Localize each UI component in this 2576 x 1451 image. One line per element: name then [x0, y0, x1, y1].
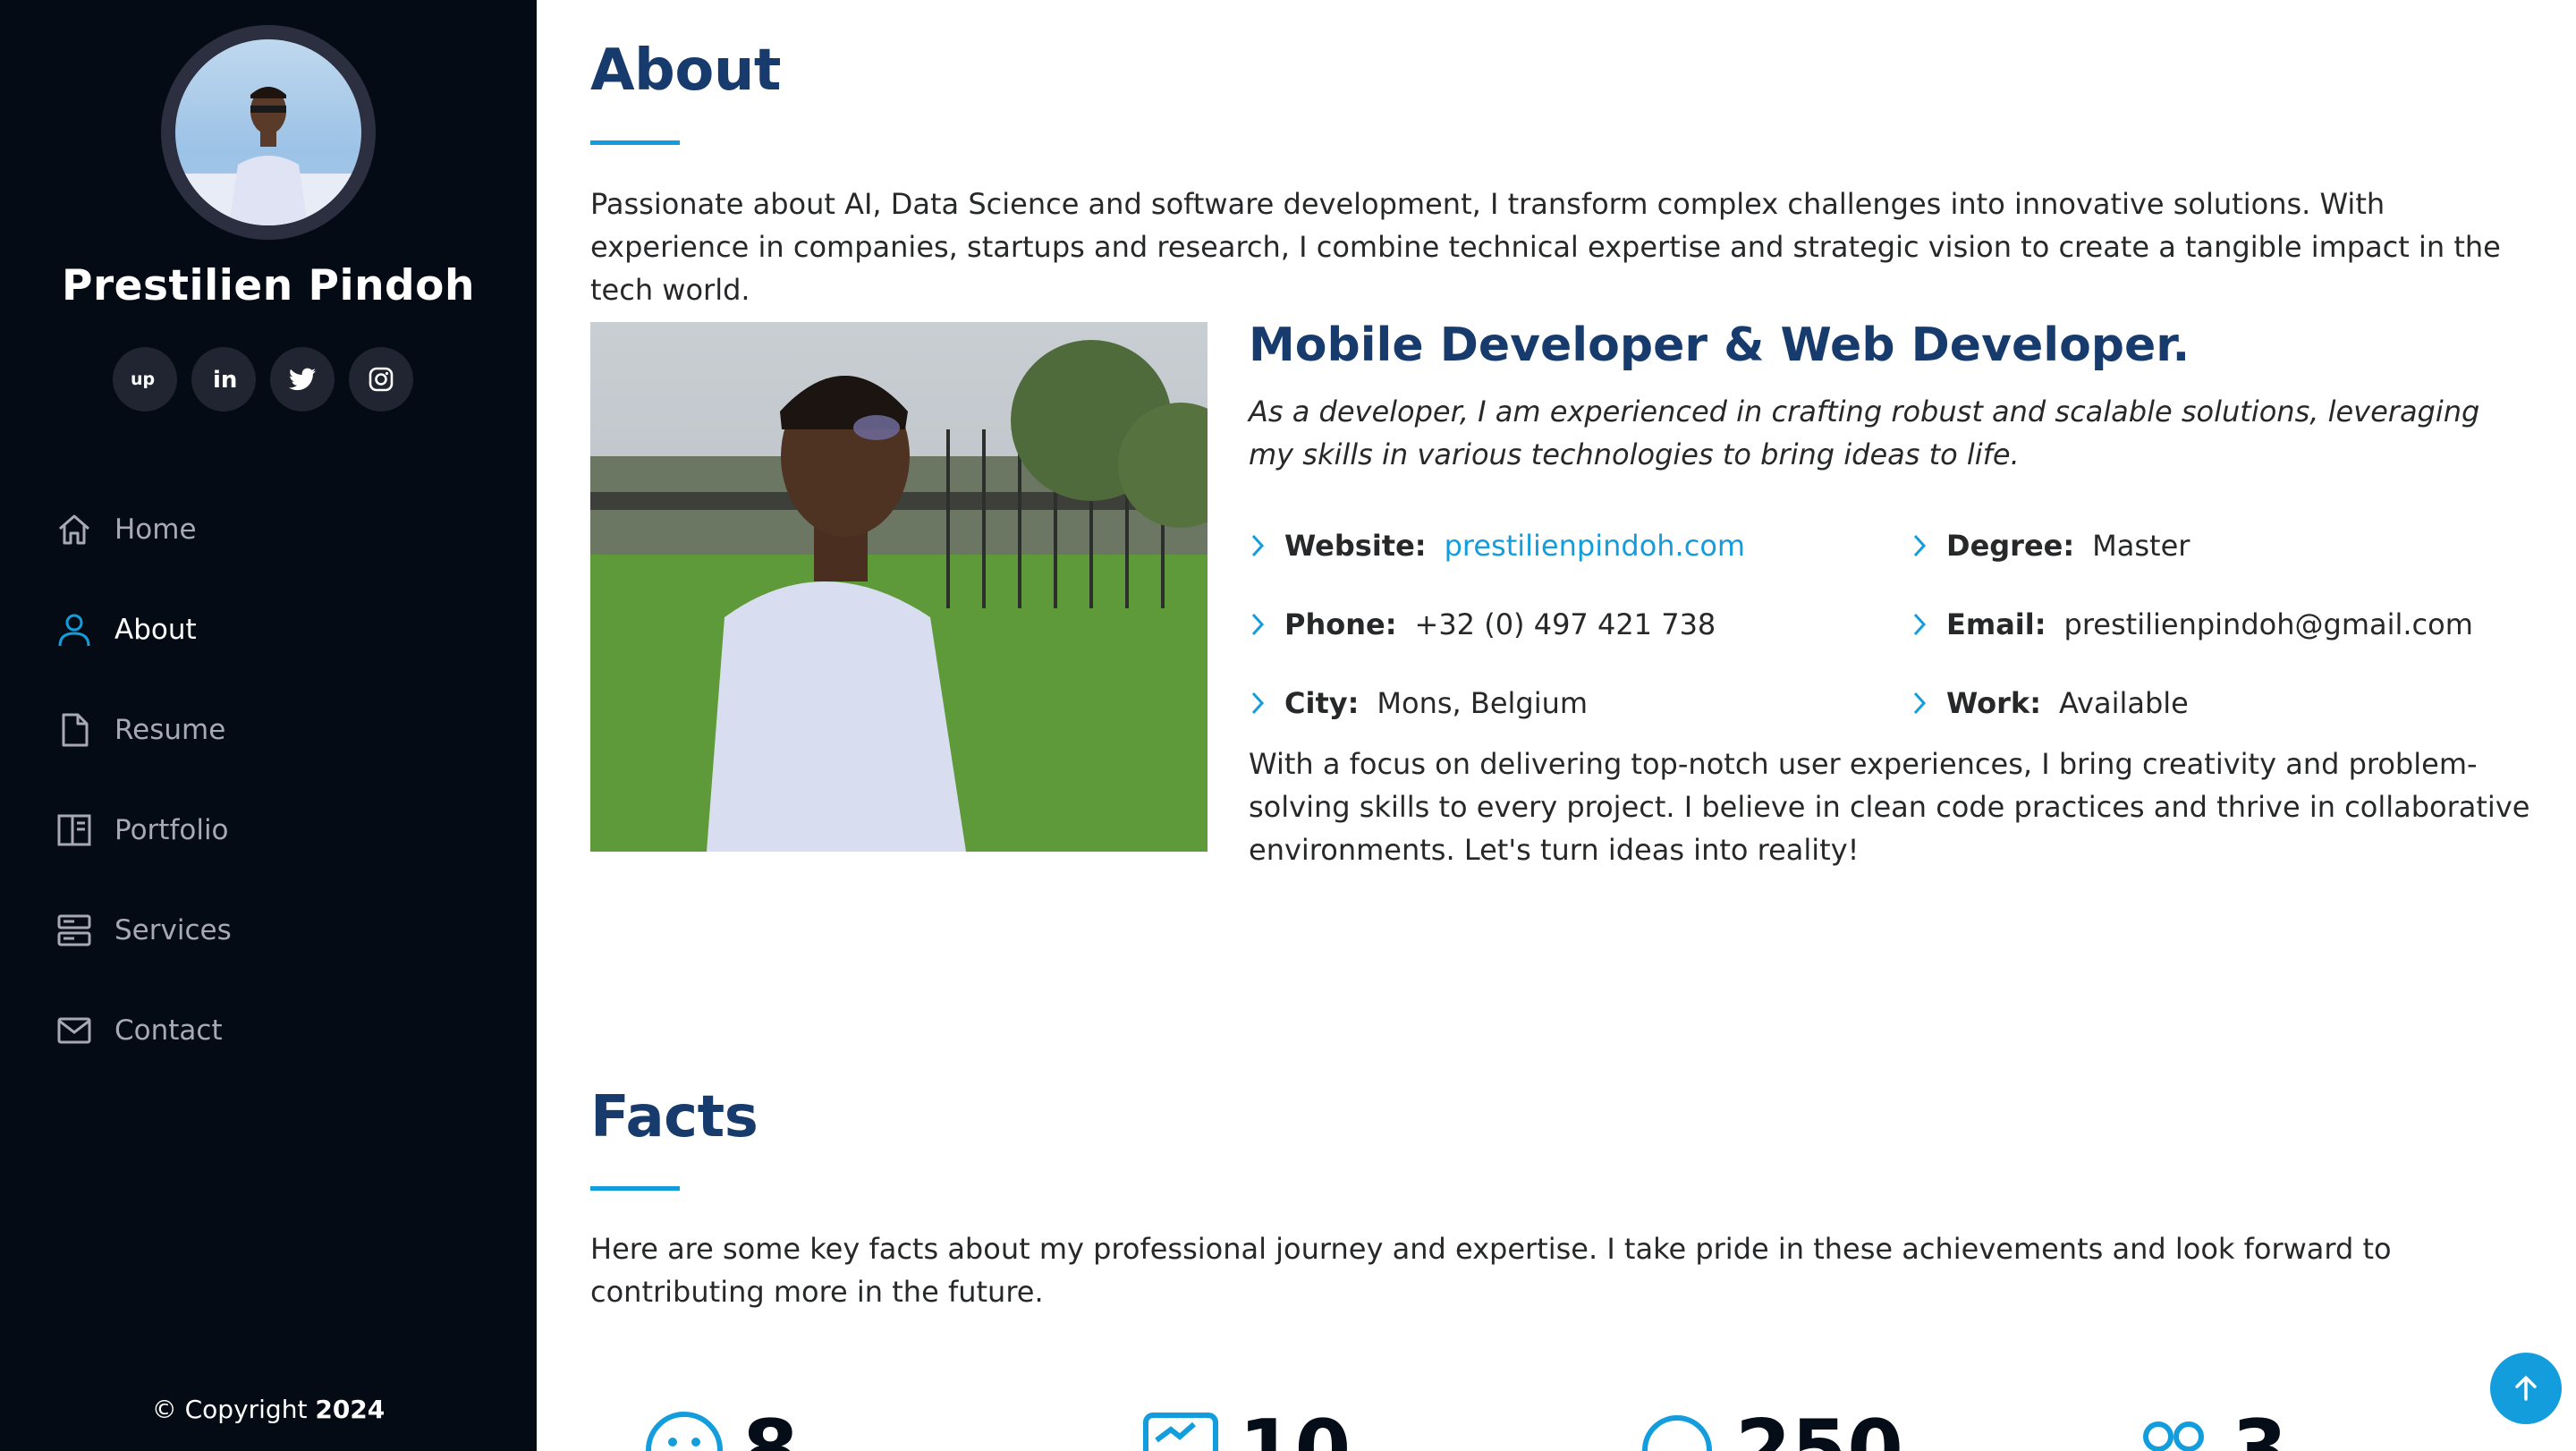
upwork-icon[interactable]: up	[113, 347, 177, 412]
info-label: Work:	[1946, 686, 2041, 720]
copyright-year: 2024	[315, 1395, 386, 1424]
headset-icon	[1637, 1410, 1717, 1451]
nav-label-resume: Resume	[114, 714, 226, 746]
facts-counters: 8 10 250 3	[644, 1410, 2576, 1451]
info-label: Phone:	[1284, 607, 1397, 641]
avatar	[175, 39, 361, 225]
nav-label-contact: Contact	[114, 1014, 223, 1047]
website-link[interactable]: prestilienpindoh.com	[1445, 529, 1745, 563]
nav-item-portfolio[interactable]: Portfolio	[55, 780, 503, 880]
nav-label-home: Home	[114, 513, 197, 546]
main-content: About Passionate about AI, Data Science …	[537, 0, 2576, 1451]
info-work: Work: Available	[1911, 664, 2537, 742]
fact-number: 8	[742, 1403, 799, 1451]
nav-item-contact[interactable]: Contact	[55, 980, 503, 1081]
copyright: © Copyright 2024	[0, 1395, 537, 1424]
people-icon	[2133, 1410, 2214, 1451]
info-city: City: Mons, Belgium	[1249, 664, 1875, 742]
info-value: Mons, Belgium	[1377, 686, 1589, 720]
envelope-icon	[55, 1012, 93, 1049]
chevron-right-icon	[1911, 691, 1946, 716]
nav-label-portfolio: Portfolio	[114, 814, 229, 846]
main-nav: Home About Resume Portfolio Services Con…	[55, 479, 503, 1081]
fact-item: 8	[644, 1410, 1140, 1451]
profile-name: Prestilien Pindoh	[62, 261, 475, 310]
copyright-prefix: © Copyright	[151, 1395, 308, 1424]
info-email: Email: prestilienpindoh@gmail.com	[1911, 585, 2537, 664]
info-label: Email:	[1946, 607, 2046, 641]
book-icon	[55, 811, 93, 849]
nav-item-about[interactable]: About	[55, 580, 503, 680]
info-label: Website:	[1284, 529, 1427, 563]
chevron-right-icon	[1911, 533, 1946, 558]
about-closing: With a focus on delivering top-notch use…	[1249, 747, 2530, 867]
info-value: +32 (0) 497 421 738	[1414, 607, 1716, 641]
instagram-icon[interactable]	[349, 347, 413, 412]
about-title-underline	[590, 140, 680, 145]
info-website: Website: prestilienpindoh.com	[1249, 506, 1875, 585]
sidebar: Prestilien Pindoh up in Home About Resum…	[0, 0, 537, 1451]
about-intro: Passionate about AI, Data Science and so…	[590, 187, 2501, 307]
twitter-icon[interactable]	[270, 347, 335, 412]
facts-intro: Here are some key facts about my profess…	[590, 1232, 2392, 1309]
nav-item-home[interactable]: Home	[55, 479, 503, 580]
fact-item: 250	[1637, 1410, 2133, 1451]
info-degree: Degree: Master	[1911, 506, 2537, 585]
fact-item: 10	[1140, 1410, 1637, 1451]
arrow-up-icon	[2515, 1376, 2537, 1401]
back-to-top-button[interactable]	[2490, 1353, 2562, 1424]
role-title: Mobile Developer & Web Developer.	[1249, 318, 2190, 372]
emoji-smile-icon	[644, 1410, 724, 1451]
profile-photo	[590, 322, 1208, 852]
svg-text:up: up	[131, 369, 155, 389]
info-value: prestilienpindoh@gmail.com	[2063, 607, 2473, 641]
info-label: Degree:	[1946, 529, 2075, 563]
info-label: City:	[1284, 686, 1360, 720]
info-value: Available	[2059, 686, 2189, 720]
fact-number: 250	[1735, 1403, 1903, 1451]
chevron-right-icon	[1249, 612, 1284, 637]
house-icon	[55, 511, 93, 548]
chevron-right-icon	[1249, 533, 1284, 558]
role-description: As a developer, I am experienced in craf…	[1249, 395, 2480, 471]
facts-title: Facts	[590, 1084, 758, 1150]
nav-label-services: Services	[114, 914, 232, 946]
chevron-right-icon	[1249, 691, 1284, 716]
info-list-right: Degree: Master Email: prestilienpindoh@g…	[1911, 506, 2537, 742]
server-icon	[55, 912, 93, 949]
journal-icon	[1140, 1410, 1221, 1451]
nav-item-resume[interactable]: Resume	[55, 680, 503, 780]
info-list-left: Website: prestilienpindoh.com Phone: +32…	[1249, 506, 1875, 742]
facts-title-underline	[590, 1186, 680, 1191]
person-icon	[55, 611, 93, 649]
svg-text:in: in	[213, 367, 237, 393]
social-links: up in	[113, 347, 413, 412]
nav-item-services[interactable]: Services	[55, 880, 503, 980]
info-value: Master	[2092, 529, 2190, 563]
fact-number: 10	[1239, 1403, 1352, 1451]
about-title: About	[590, 38, 781, 104]
linkedin-icon[interactable]: in	[191, 347, 256, 412]
file-icon	[55, 711, 93, 749]
chevron-right-icon	[1911, 612, 1946, 637]
nav-label-about: About	[114, 614, 197, 646]
fact-number: 3	[2232, 1403, 2288, 1451]
avatar-frame	[161, 25, 376, 240]
info-phone: Phone: +32 (0) 497 421 738	[1249, 585, 1875, 664]
